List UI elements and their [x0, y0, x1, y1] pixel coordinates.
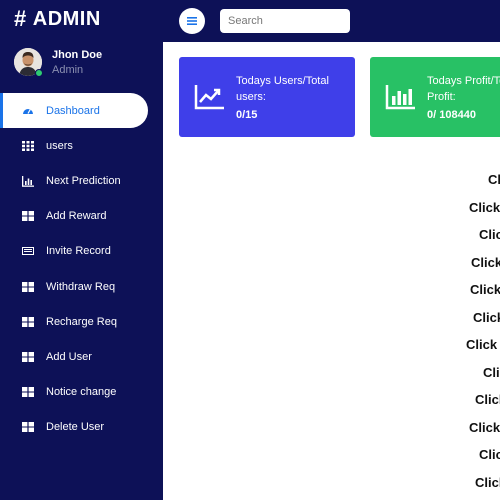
profile-role: Admin	[52, 64, 84, 76]
click-link[interactable]: Click	[475, 392, 500, 412]
users-card-title-line1: Todays Users/Total	[236, 75, 329, 87]
sidebar-item-label: users	[46, 139, 73, 152]
trend-chart-icon	[194, 85, 224, 110]
sidebar-item-label: Dashboard	[46, 104, 100, 117]
profit-card-title-line1: Todays Profit/To	[427, 75, 500, 87]
sidebar-item-add-user[interactable]: Add User	[0, 339, 163, 374]
sidebar-item-label: Add Reward	[46, 210, 107, 223]
sidebar-item-recharge-req[interactable]: Recharge Req	[0, 304, 163, 339]
sidebar-item-label: Notice change	[46, 386, 117, 399]
click-link[interactable]: Click	[470, 282, 500, 302]
sidebar-item-label: Next Prediction	[46, 174, 121, 187]
main-content: Todays Users/Total users: 0/15 Todays Pr…	[163, 42, 500, 500]
bar-chart-icon	[385, 85, 415, 110]
grid-icon	[22, 140, 34, 152]
table-icon	[22, 421, 34, 433]
profit-card-title-line2: Profit:	[427, 91, 456, 103]
table-icon	[22, 351, 34, 363]
profit-card-value: 0/ 108440	[427, 109, 476, 121]
click-link[interactable]: Click	[471, 255, 500, 275]
click-link[interactable]: Click	[475, 475, 500, 495]
hamburger-menu-icon	[187, 17, 197, 25]
click-link[interactable]: Click	[473, 310, 500, 330]
sidebar: # ADMIN Jhon Doe Admin Dashboard users N…	[0, 0, 163, 500]
sidebar-item-label: Delete User	[46, 421, 105, 434]
sidebar-item-add-reward[interactable]: Add Reward	[0, 199, 163, 234]
online-status-dot	[35, 69, 43, 77]
sidebar-nav: Dashboard users Next Prediction Add Rewa…	[0, 93, 163, 445]
table-icon	[22, 281, 34, 293]
users-card-title-line2: users:	[236, 91, 266, 103]
user-profile[interactable]: Jhon Doe Admin	[14, 48, 102, 77]
click-link[interactable]: Cli	[483, 365, 500, 385]
click-link[interactable]: Click	[469, 420, 500, 440]
table-icon	[22, 316, 34, 328]
dashboard-gauge-icon	[22, 105, 34, 117]
sidebar-item-users[interactable]: users	[0, 128, 163, 163]
sidebar-item-dashboard[interactable]: Dashboard	[0, 93, 148, 129]
users-card-value: 0/15	[236, 109, 258, 121]
sidebar-item-label: Add User	[46, 350, 92, 363]
brand-logo[interactable]: # ADMIN	[14, 6, 101, 32]
sidebar-item-invite-record[interactable]: Invite Record	[0, 234, 163, 269]
users-card-title: Todays Users/Total users:	[236, 73, 346, 105]
table-icon	[22, 210, 34, 222]
click-link[interactable]: Click I	[466, 337, 500, 357]
profile-name: Jhon Doe	[52, 49, 103, 61]
keyboard-icon	[22, 245, 34, 257]
top-bar	[163, 0, 500, 42]
sidebar-item-withdraw-req[interactable]: Withdraw Req	[0, 269, 163, 304]
click-link[interactable]: Clic	[479, 227, 500, 247]
table-icon	[22, 386, 34, 398]
menu-toggle-button[interactable]	[179, 8, 205, 34]
users-stat-card[interactable]: Todays Users/Total users: 0/15	[179, 57, 355, 137]
sidebar-item-next-prediction[interactable]: Next Prediction	[0, 163, 163, 198]
click-link[interactable]: Click	[469, 200, 500, 220]
search-input[interactable]	[220, 9, 350, 33]
click-link[interactable]: Clic	[479, 447, 500, 467]
profit-stat-card[interactable]: Todays Profit/To Profit: 0/ 108440	[370, 57, 500, 137]
sidebar-item-delete-user[interactable]: Delete User	[0, 410, 163, 445]
sidebar-item-notice-change[interactable]: Notice change	[0, 375, 163, 410]
avatar	[14, 48, 43, 77]
bar-chart-icon	[22, 175, 34, 187]
profit-card-title: Todays Profit/To Profit:	[427, 73, 500, 105]
sidebar-item-label: Recharge Req	[46, 315, 117, 328]
sidebar-item-label: Withdraw Req	[46, 280, 116, 293]
click-link[interactable]: Cli	[488, 172, 500, 192]
brand-title: ADMIN	[32, 7, 101, 30]
sidebar-item-label: Invite Record	[46, 245, 111, 258]
hash-icon: #	[14, 6, 27, 31]
